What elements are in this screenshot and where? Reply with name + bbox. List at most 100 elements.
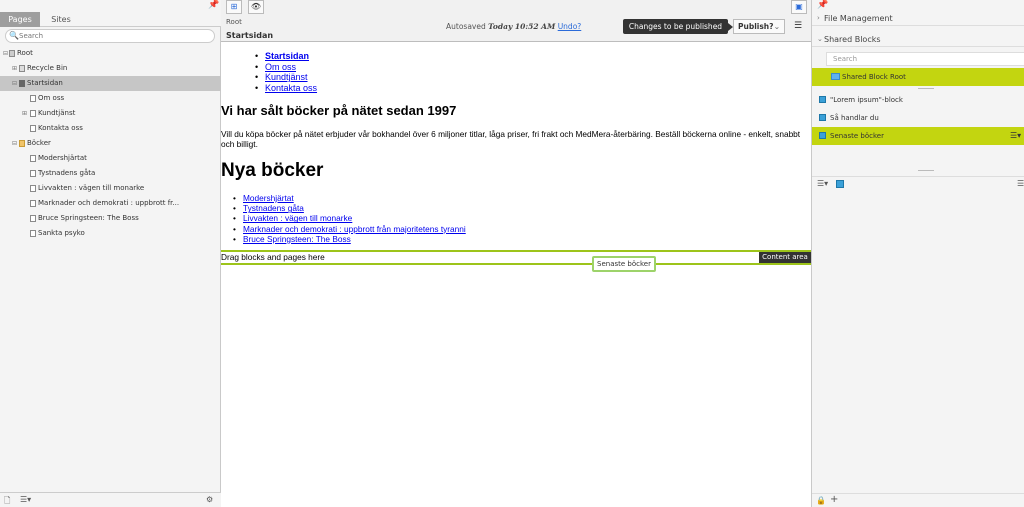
- shared-block-root[interactable]: Shared Block Root: [812, 68, 1024, 86]
- tab-sites[interactable]: Sites: [42, 12, 80, 27]
- page-icon: [30, 110, 36, 117]
- page-tree-panel: Pages Sites 📌 🔍 ⊟ Root ⊞ Recycle Bin ⊟ S…: [0, 0, 221, 507]
- left-tabs: Pages Sites 📌: [0, 0, 221, 27]
- book-link[interactable]: Tystnadens gåta: [243, 203, 304, 213]
- list-item: Modershjärtat: [233, 193, 466, 203]
- cms-editor: Pages Sites 📌 🔍 ⊟ Root ⊞ Recycle Bin ⊟ S…: [0, 0, 1024, 507]
- tree-node-root[interactable]: ⊟ Root: [0, 46, 221, 61]
- content-paragraph: Vill du köpa böcker på nätet erbjuder vå…: [221, 129, 801, 149]
- changes-badge: Changes to be published: [623, 19, 733, 34]
- page-icon: [30, 170, 36, 177]
- page-icon: [30, 200, 36, 207]
- book-link[interactable]: Marknader och demokrati : uppbrott från …: [243, 224, 466, 234]
- preview-eye-icon[interactable]: 👁: [248, 0, 264, 14]
- pin-icon[interactable]: 📌: [817, 0, 828, 10]
- context-menu-icon[interactable]: ☰▾: [1010, 127, 1021, 145]
- settings-icon[interactable]: ⚙: [206, 495, 213, 504]
- content-area-dropzone[interactable]: Drag blocks and pages here Content area: [221, 250, 811, 265]
- nav-link-kontakta-oss[interactable]: Kontakta oss: [265, 83, 317, 93]
- content-heading: Vi har sålt böcker på nätet sedan 1997: [221, 103, 457, 118]
- book-link[interactable]: Bruce Springsteen: The Boss: [243, 234, 351, 244]
- nav-list: Startsidan Om oss Kundtjänst Kontakta os…: [255, 51, 317, 94]
- chevron-right-icon: ›: [817, 14, 820, 22]
- block-icon: [819, 114, 826, 121]
- breadcrumb[interactable]: Root: [226, 18, 242, 26]
- list-item: Startsidan: [255, 51, 317, 62]
- chevron-down-icon: ⌄: [817, 35, 823, 43]
- resize-handle[interactable]: [918, 88, 934, 89]
- book-link[interactable]: Modershjärtat: [243, 193, 294, 203]
- file-management-header[interactable]: › File Management: [812, 11, 1024, 26]
- home-icon: [19, 80, 25, 87]
- collapse-icon[interactable]: ⊟: [12, 136, 18, 151]
- tree-node-kontakta-oss[interactable]: Kontakta oss: [0, 121, 221, 136]
- expand-icon[interactable]: ⊞: [22, 106, 28, 121]
- page-search[interactable]: 🔍: [5, 29, 215, 43]
- list-item: Kontakta oss: [255, 83, 317, 94]
- list-item: Livvakten : vägen till monarke: [233, 213, 466, 223]
- page-search-input[interactable]: [19, 31, 209, 41]
- list-item: Marknader och demokrati : uppbrott från …: [233, 224, 466, 234]
- shared-blocks-header[interactable]: ⌄ Shared Blocks: [812, 32, 1024, 47]
- blocks-search-input[interactable]: Search: [826, 52, 1024, 66]
- search-icon: 🔍: [9, 31, 19, 40]
- tree-node-book[interactable]: Sankta psyko: [0, 226, 221, 241]
- lock-icon[interactable]: 🔒: [816, 496, 826, 505]
- list-menu-icon[interactable]: ☰▾: [817, 179, 828, 188]
- block-item[interactable]: "Lorem ipsum"-block: [812, 91, 1024, 109]
- autosave-status: Autosaved Today 10:52 AM Undo?: [446, 22, 582, 31]
- block-icon: [819, 96, 826, 103]
- page-icon: [30, 185, 36, 192]
- assets-bottom-toolbar: 🔒 +: [812, 493, 1024, 507]
- nav-link-om-oss[interactable]: Om oss: [265, 62, 296, 72]
- page-icon: [30, 215, 36, 222]
- tree-node-startsidan[interactable]: ⊟ Startsidan: [0, 76, 221, 91]
- content-area-label: Content area: [759, 252, 811, 263]
- folder-icon: [831, 73, 840, 80]
- page-icon: [30, 95, 36, 102]
- collapse-icon[interactable]: ⊟: [12, 76, 18, 91]
- list-menu-icon[interactable]: ☰: [1017, 179, 1024, 188]
- tree-node-book[interactable]: Bruce Springsteen: The Boss: [0, 211, 221, 226]
- tree-node-book[interactable]: Livvakten : vägen till monarke: [0, 181, 221, 196]
- book-list: Modershjärtat Tystnadens gåta Livvakten …: [233, 193, 466, 244]
- left-bottom-toolbar: 🗋 ☰▾ ⚙: [0, 492, 221, 507]
- list-item: Kundtjänst: [255, 72, 317, 83]
- list-menu-icon[interactable]: ☰▾: [20, 495, 31, 504]
- publish-button[interactable]: Publish? ⌄: [733, 19, 785, 34]
- resize-handle[interactable]: [918, 170, 934, 171]
- page-icon: [30, 125, 36, 132]
- assets-toggle-button[interactable]: ▣: [791, 0, 807, 14]
- editor-area: ⊞ 👁 ▣ Root Startsidan Autosaved Today 10…: [221, 0, 811, 507]
- list-item: Tystnadens gåta: [233, 203, 466, 213]
- chevron-down-icon: ⌄: [773, 22, 780, 31]
- block-icon: [819, 132, 826, 139]
- tree-node-book[interactable]: Modershjärtat: [0, 151, 221, 166]
- nav-link-kundtjanst[interactable]: Kundtjänst: [265, 72, 308, 82]
- tree-node-recycle-bin[interactable]: ⊞ Recycle Bin: [0, 61, 221, 76]
- nav-link-startsidan[interactable]: Startsidan: [265, 51, 309, 61]
- tab-pages[interactable]: Pages: [0, 12, 40, 27]
- pin-icon[interactable]: 📌: [208, 0, 219, 10]
- new-page-icon[interactable]: 🗋: [4, 495, 10, 507]
- page-icon: [30, 230, 36, 237]
- tree-node-book[interactable]: Marknader och demokrati : uppbrott fr...: [0, 196, 221, 211]
- tree-node-kundtjanst[interactable]: ⊞ Kundtjänst: [0, 106, 221, 121]
- block-item-selected[interactable]: Senaste böcker ☰▾: [812, 127, 1024, 145]
- list-icon[interactable]: ☰: [794, 21, 802, 31]
- expand-icon[interactable]: ⊞: [12, 61, 18, 76]
- list-item: Bruce Springsteen: The Boss: [233, 234, 466, 244]
- dropzone-text: Drag blocks and pages here: [221, 252, 325, 262]
- book-link[interactable]: Livvakten : vägen till monarke: [243, 213, 352, 223]
- add-icon[interactable]: +: [830, 494, 838, 505]
- tree-toggle-button[interactable]: ⊞: [226, 0, 242, 14]
- new-books-heading: Nya böcker: [221, 160, 324, 181]
- tree-node-book[interactable]: Tystnadens gåta: [0, 166, 221, 181]
- trash-icon: [19, 65, 25, 72]
- tree-node-bocker[interactable]: ⊟ Böcker: [0, 136, 221, 151]
- tree-node-om-oss[interactable]: Om oss: [0, 91, 221, 106]
- undo-link[interactable]: Undo?: [558, 22, 582, 31]
- block-item[interactable]: Så handlar du: [812, 109, 1024, 127]
- block-type-icon[interactable]: [836, 180, 844, 188]
- blocks-toolbar: ☰▾ ☰: [812, 176, 1024, 190]
